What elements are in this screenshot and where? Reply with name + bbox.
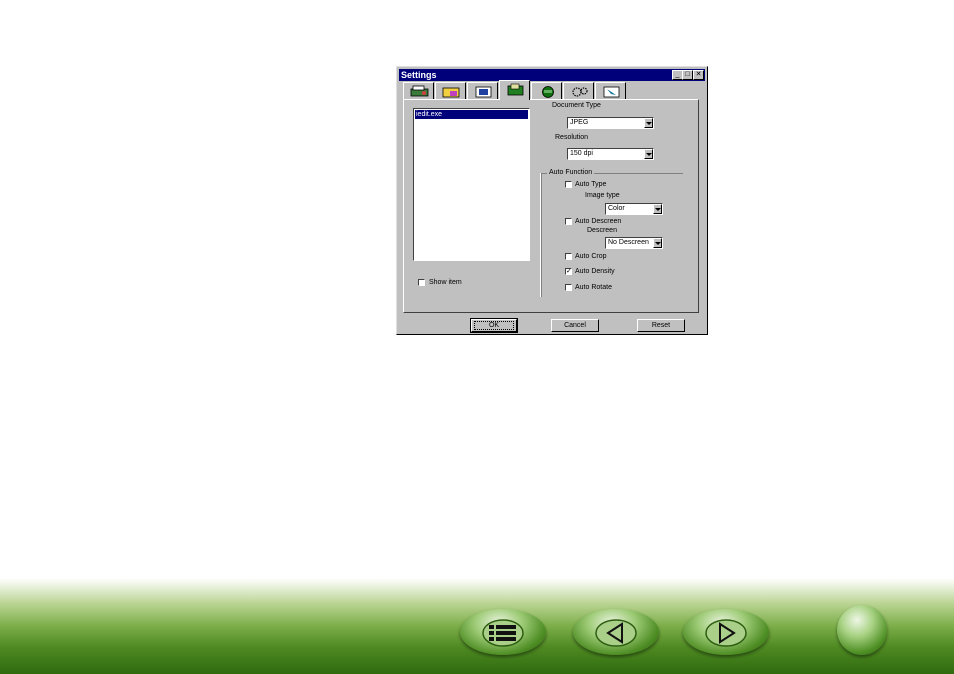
tab-scan-to-web[interactable] [595, 82, 626, 99]
chevron-down-icon[interactable] [653, 238, 662, 248]
document-type-value: JPEG [570, 119, 589, 126]
ok-button-label: OK [473, 321, 515, 330]
ok-button[interactable]: OK [470, 318, 518, 333]
resolution-select[interactable]: 150 dpi [567, 148, 654, 160]
chevron-down-icon[interactable] [644, 118, 653, 128]
auto-density-checkbox[interactable]: ✓ [565, 268, 572, 275]
custom-settings-icon [572, 87, 588, 97]
previous-page-icon [595, 619, 637, 647]
cancel-button[interactable]: Cancel [551, 319, 599, 332]
group-divider [540, 173, 541, 297]
settings-dialog: Settings _ □ ✕ iedit.exe Show item Docum… [396, 66, 708, 335]
auto-rotate-checkbox[interactable] [565, 284, 572, 291]
auto-descreen-checkbox[interactable] [565, 218, 572, 225]
tab-custom-settings[interactable] [563, 82, 594, 99]
image-type-label: Image type [585, 192, 620, 199]
scan-to-web-icon [603, 86, 620, 98]
image-type-value: Color [608, 205, 625, 212]
auto-density-label: Auto Density [575, 268, 615, 275]
list-item-selected[interactable]: iedit.exe [415, 110, 528, 119]
next-page-button[interactable] [683, 609, 769, 655]
auto-rotate-label: Auto Rotate [575, 284, 612, 291]
home-dot-button[interactable] [837, 605, 887, 655]
dialog-titlebar[interactable]: Settings _ □ ✕ [399, 69, 705, 81]
descreen-value: No Descreen [608, 239, 649, 246]
show-item-label: Show item [429, 279, 462, 286]
auto-crop-label: Auto Crop [575, 253, 607, 260]
tab-scan-to-ocr[interactable] [499, 80, 530, 100]
close-button[interactable]: ✕ [693, 70, 704, 80]
scan-to-folder-icon [442, 87, 460, 98]
contents-list-icon [482, 619, 524, 647]
auto-descreen-label: Auto Descreen [575, 218, 622, 225]
resolution-label: Resolution [555, 134, 589, 141]
maximize-button[interactable]: □ [682, 70, 693, 80]
document-type-label: Document Type [552, 102, 601, 109]
tab-scan-to-printer[interactable] [531, 82, 562, 99]
auto-crop-checkbox[interactable] [565, 253, 572, 260]
descreen-select[interactable]: No Descreen [605, 237, 663, 249]
image-type-select[interactable]: Color [605, 203, 663, 215]
next-page-icon [705, 619, 747, 647]
document-type-select[interactable]: JPEG [567, 117, 654, 129]
application-list[interactable]: iedit.exe [413, 108, 530, 261]
previous-page-button[interactable] [573, 609, 659, 655]
scan-to-ocr-icon [507, 83, 524, 96]
show-item-checkbox[interactable] [418, 279, 425, 286]
auto-type-label: Auto Type [575, 181, 607, 188]
resolution-value: 150 dpi [570, 150, 593, 157]
scan-to-application-icon [410, 85, 429, 97]
chevron-down-icon[interactable] [644, 149, 653, 159]
dialog-title: Settings [401, 70, 437, 80]
tab-scan-to-folder[interactable] [435, 82, 466, 99]
scan-to-email-icon [475, 86, 492, 98]
descreen-label: Descreen [587, 227, 617, 234]
reset-button[interactable]: Reset [637, 319, 685, 332]
contents-button[interactable] [460, 609, 546, 655]
auto-function-label: Auto Function [547, 168, 595, 177]
tab-scan-to-application[interactable] [403, 82, 434, 99]
scan-to-printer-icon [542, 86, 554, 98]
chevron-down-icon[interactable] [653, 204, 662, 214]
auto-type-checkbox[interactable] [565, 181, 572, 188]
tab-scan-to-email[interactable] [467, 82, 498, 99]
